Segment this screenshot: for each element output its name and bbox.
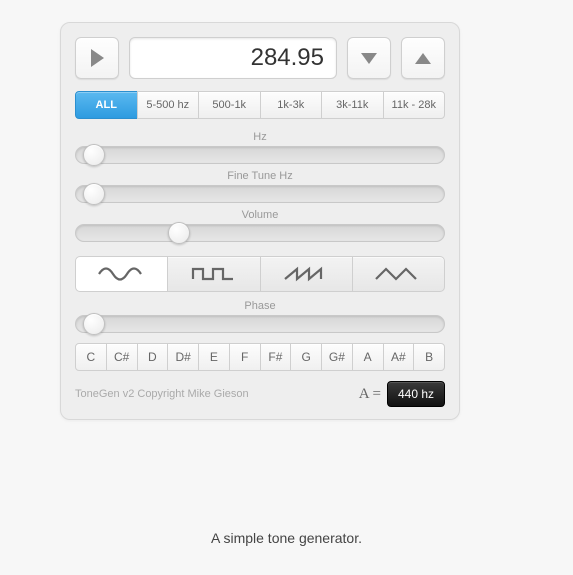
- note-label: F#: [268, 350, 282, 364]
- note-label: B: [425, 350, 433, 364]
- copyright-text: ToneGen v2 Copyright Mike Gieson: [75, 388, 249, 400]
- frequency-band-tabs: ALL 5-500 hz 500-1k 1k-3k 3k-11k 11k - 2…: [75, 91, 445, 119]
- sine-icon: [97, 265, 147, 283]
- note-b[interactable]: B: [413, 343, 445, 371]
- note-f[interactable]: F: [229, 343, 261, 371]
- play-button[interactable]: [75, 37, 119, 79]
- note-fs[interactable]: F#: [260, 343, 292, 371]
- hz-slider[interactable]: [75, 146, 445, 164]
- waveform-square[interactable]: [167, 256, 260, 292]
- waveform-triangle[interactable]: [352, 256, 445, 292]
- volume-slider-thumb[interactable]: [168, 222, 190, 244]
- phase-slider-thumb[interactable]: [83, 313, 105, 335]
- note-keys: C C# D D# E F F# G G# A A# B: [75, 343, 445, 371]
- note-label: C#: [114, 350, 129, 364]
- frequency-value: 284.95: [251, 44, 324, 72]
- band-label: 11k - 28k: [392, 99, 436, 111]
- band-label: 500-1k: [212, 99, 246, 111]
- note-label: D#: [175, 350, 190, 364]
- band-11k-28k[interactable]: 11k - 28k: [383, 91, 446, 119]
- top-controls-row: 284.95: [75, 37, 445, 79]
- band-3k-11k[interactable]: 3k-11k: [321, 91, 384, 119]
- freq-down-button[interactable]: [347, 37, 391, 79]
- band-label: ALL: [96, 99, 117, 111]
- note-ds[interactable]: D#: [167, 343, 199, 371]
- finetune-slider[interactable]: [75, 185, 445, 203]
- sawtooth-icon: [281, 265, 331, 283]
- note-g[interactable]: G: [290, 343, 322, 371]
- hz-slider-label: Hz: [75, 131, 445, 143]
- note-c[interactable]: C: [75, 343, 107, 371]
- note-label: G: [301, 350, 310, 364]
- note-label: F: [241, 350, 248, 364]
- waveform-sine[interactable]: [75, 256, 168, 292]
- a-equals-label: A =: [359, 386, 381, 403]
- chevron-down-icon: [361, 53, 377, 64]
- square-icon: [189, 265, 239, 283]
- note-label: A#: [391, 350, 406, 364]
- volume-slider[interactable]: [75, 224, 445, 242]
- waveform-selector: [75, 256, 445, 292]
- finetune-slider-label: Fine Tune Hz: [75, 170, 445, 182]
- triangle-icon: [373, 265, 423, 283]
- panel-footer: ToneGen v2 Copyright Mike Gieson A = 440…: [75, 381, 445, 407]
- note-label: A: [364, 350, 372, 364]
- figure-caption: A simple tone generator.: [0, 530, 573, 546]
- band-5-500[interactable]: 5-500 hz: [137, 91, 200, 119]
- tuning-reference: A = 440 hz: [359, 381, 445, 407]
- band-label: 5-500 hz: [146, 99, 189, 111]
- band-all[interactable]: ALL: [75, 91, 138, 119]
- note-label: D: [148, 350, 157, 364]
- freq-up-button[interactable]: [401, 37, 445, 79]
- phase-slider-label: Phase: [75, 300, 445, 312]
- note-d[interactable]: D: [137, 343, 169, 371]
- waveform-sawtooth[interactable]: [260, 256, 353, 292]
- note-a[interactable]: A: [352, 343, 384, 371]
- phase-slider[interactable]: [75, 315, 445, 333]
- note-gs[interactable]: G#: [321, 343, 353, 371]
- volume-slider-label: Volume: [75, 209, 445, 221]
- note-label: G#: [329, 350, 345, 364]
- note-label: C: [87, 350, 96, 364]
- band-label: 3k-11k: [336, 99, 368, 111]
- note-label: E: [210, 350, 218, 364]
- note-as[interactable]: A#: [383, 343, 415, 371]
- band-1k-3k[interactable]: 1k-3k: [260, 91, 323, 119]
- hz-slider-thumb[interactable]: [83, 144, 105, 166]
- finetune-slider-thumb[interactable]: [83, 183, 105, 205]
- chevron-up-icon: [415, 53, 431, 64]
- note-cs[interactable]: C#: [106, 343, 138, 371]
- tone-generator-panel: 284.95 ALL 5-500 hz 500-1k 1k-3k 3k-11k …: [60, 22, 460, 420]
- a-equals-value[interactable]: 440 hz: [387, 381, 445, 407]
- play-icon: [91, 49, 104, 67]
- note-e[interactable]: E: [198, 343, 230, 371]
- band-500-1k[interactable]: 500-1k: [198, 91, 261, 119]
- band-label: 1k-3k: [277, 99, 304, 111]
- frequency-display[interactable]: 284.95: [129, 37, 337, 79]
